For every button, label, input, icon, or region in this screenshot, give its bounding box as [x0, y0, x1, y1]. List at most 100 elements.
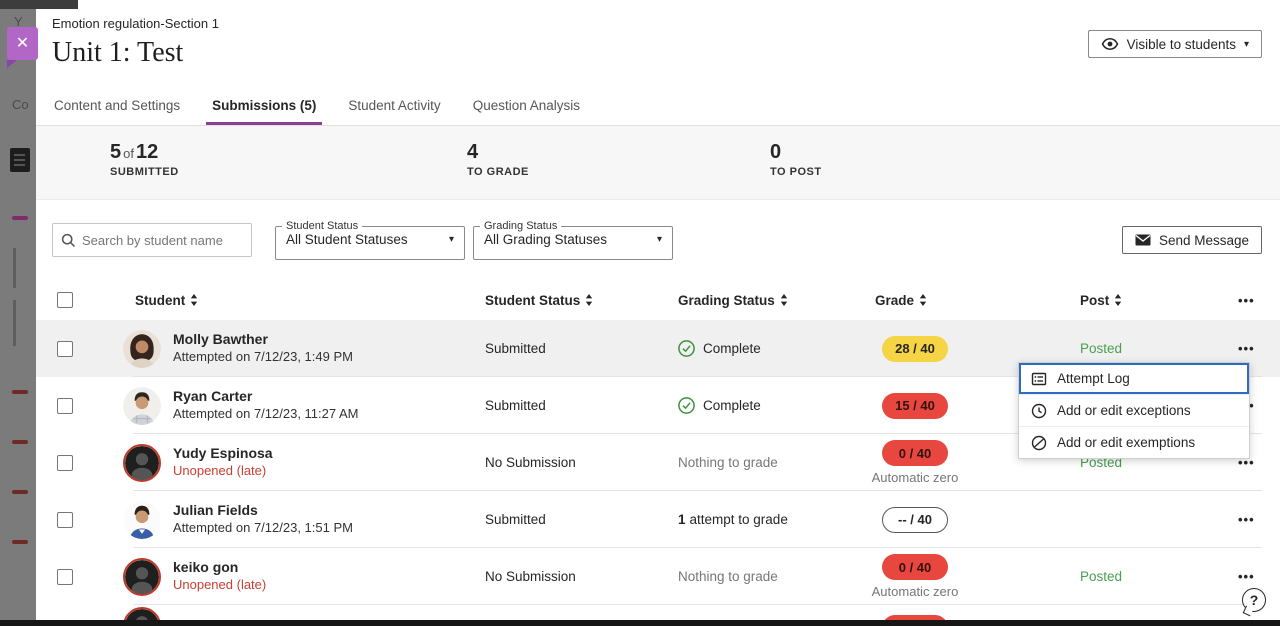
- header-grade[interactable]: Grade: [838, 293, 1024, 308]
- attempts-count: 1: [678, 512, 686, 527]
- complete-check-icon: [678, 340, 695, 357]
- grade-pill[interactable]: 28 / 40: [882, 336, 948, 362]
- header-student-status[interactable]: Student Status: [448, 293, 641, 308]
- panel-header: Emotion regulation-Section 1 Unit 1: Tes…: [36, 0, 1280, 90]
- row-menu-button[interactable]: •••: [1238, 569, 1255, 584]
- stat-to-grade-value: 4: [467, 141, 529, 164]
- tab-content-and-settings[interactable]: Content and Settings: [48, 98, 186, 125]
- stat-to-grade-label: TO GRADE: [467, 166, 529, 178]
- search-box: [52, 223, 252, 257]
- sort-icon: [919, 294, 927, 306]
- attempt-log-icon: [1031, 371, 1047, 387]
- menu-item-add-edit-exceptions[interactable]: Add or edit exceptions: [1019, 395, 1249, 426]
- chevron-down-icon: ▾: [449, 234, 454, 245]
- header-post[interactable]: Post: [1024, 293, 1214, 308]
- tab-submissions[interactable]: Submissions (5): [206, 98, 322, 125]
- student-name: Julian Fields: [173, 502, 353, 520]
- grading-status-value: attempt to grade: [690, 512, 788, 527]
- complete-check-icon: [678, 397, 695, 414]
- chevron-down-icon: ▾: [1244, 39, 1249, 50]
- grade-pill[interactable]: 15 / 40: [882, 393, 948, 419]
- page-title: Unit 1: Test: [52, 37, 1262, 69]
- stat-submitted-connector: of: [121, 146, 136, 161]
- send-message-button[interactable]: Send Message: [1122, 226, 1262, 254]
- background-line-fragment: [13, 248, 16, 288]
- grade-note: Automatic zero: [872, 470, 959, 485]
- background-line-fragment: [13, 300, 16, 346]
- sort-icon: [780, 294, 788, 306]
- avatar: [123, 330, 161, 368]
- table-menu-button[interactable]: •••: [1238, 293, 1255, 308]
- row-checkbox[interactable]: [57, 512, 73, 528]
- clock-icon: [1031, 403, 1047, 419]
- breadcrumb: Emotion regulation-Section 1: [52, 16, 1262, 31]
- stat-submitted: 5of12 SUBMITTED: [110, 141, 179, 178]
- student-status-select[interactable]: Student Status All Student Statuses ▾: [275, 220, 465, 260]
- row-checkbox[interactable]: [57, 341, 73, 357]
- menu-item-attempt-log[interactable]: Attempt Log: [1019, 363, 1249, 394]
- eye-icon: [1101, 37, 1119, 51]
- row-checkbox[interactable]: [57, 455, 73, 471]
- close-panel-button[interactable]: ✕: [7, 27, 38, 60]
- stat-to-post: 0 TO POST: [770, 141, 822, 178]
- visibility-label: Visible to students: [1127, 37, 1236, 52]
- attempt-info: Attempted on 7/12/23, 1:49 PM: [173, 349, 353, 366]
- search-input[interactable]: [82, 233, 243, 248]
- send-message-label: Send Message: [1159, 233, 1249, 248]
- row-context-menu: Attempt Log Add or edit exceptions Add o…: [1018, 362, 1250, 459]
- avatar-placeholder: [123, 444, 161, 482]
- grade-pill[interactable]: 0 / 40: [882, 440, 948, 466]
- student-name: Ryan Carter: [173, 388, 359, 406]
- row-menu-button[interactable]: •••: [1238, 512, 1255, 527]
- student-name: keiko gon: [173, 559, 266, 577]
- stat-submitted-value: 5: [110, 141, 121, 163]
- row-checkbox[interactable]: [57, 398, 73, 414]
- assessment-panel: Emotion regulation-Section 1 Unit 1: Tes…: [36, 0, 1280, 620]
- grading-status-select-label: Grading Status: [480, 220, 561, 232]
- header-grading-status[interactable]: Grading Status: [641, 293, 838, 308]
- grading-status-value: Nothing to grade: [678, 569, 778, 584]
- stat-submitted-total: 12: [136, 141, 158, 163]
- background-red-fragment: [12, 540, 28, 544]
- block-icon: [1031, 435, 1047, 451]
- menu-item-add-edit-exemptions[interactable]: Add or edit exemptions: [1019, 427, 1249, 458]
- row-menu-button[interactable]: •••: [1238, 341, 1255, 356]
- post-status[interactable]: Posted: [1024, 341, 1214, 356]
- dimmed-background-page: Y Co: [0, 0, 36, 626]
- attempt-info: Unopened (late): [173, 463, 273, 480]
- attempt-info: Attempted on 7/12/23, 11:27 AM: [173, 406, 359, 423]
- tab-question-analysis[interactable]: Question Analysis: [467, 98, 586, 125]
- row-checkbox[interactable]: [57, 569, 73, 585]
- bottom-edge-bar: [0, 620, 1280, 626]
- sort-icon: [585, 294, 593, 306]
- stat-to-post-label: TO POST: [770, 166, 822, 178]
- tab-student-activity[interactable]: Student Activity: [342, 98, 446, 125]
- avatar: [123, 501, 161, 539]
- attempt-info: Attempted on 7/12/23, 1:51 PM: [173, 520, 353, 537]
- grading-status-value: Nothing to grade: [678, 455, 778, 470]
- student-status-value: No Submission: [448, 569, 641, 584]
- grading-status-select[interactable]: Grading Status All Grading Statuses ▾: [473, 220, 673, 260]
- grading-status-value: Complete: [703, 398, 761, 413]
- grade-pill[interactable]: 0 / 40: [882, 554, 948, 580]
- table-row[interactable]: keiko gon Unopened (late) No Submission …: [36, 548, 1280, 605]
- stat-submitted-label: SUBMITTED: [110, 166, 179, 178]
- visibility-dropdown-button[interactable]: Visible to students ▾: [1088, 30, 1262, 58]
- sort-icon: [1114, 294, 1122, 306]
- header-student[interactable]: Student: [96, 293, 448, 308]
- post-status[interactable]: Posted: [1024, 569, 1214, 584]
- background-red-fragment: [12, 490, 28, 494]
- grade-pill[interactable]: -- / 40: [882, 507, 948, 533]
- help-button[interactable]: ?: [1242, 588, 1266, 612]
- background-top-notch: [0, 0, 78, 9]
- table-row[interactable]: Julian Fields Attempted on 7/12/23, 1:51…: [36, 491, 1280, 548]
- student-status-select-label: Student Status: [282, 220, 362, 232]
- envelope-icon: [1135, 234, 1151, 246]
- background-red-fragment: [12, 390, 28, 394]
- student-name: Yudy Espinosa: [173, 445, 273, 463]
- sort-icon: [190, 294, 198, 306]
- student-status-value: Submitted: [448, 341, 641, 356]
- student-status-select-value: All Student Statuses: [286, 232, 408, 247]
- submission-stats-bar: 5of12 SUBMITTED 4 TO GRADE 0 TO POST: [36, 126, 1280, 200]
- select-all-checkbox[interactable]: [57, 292, 73, 308]
